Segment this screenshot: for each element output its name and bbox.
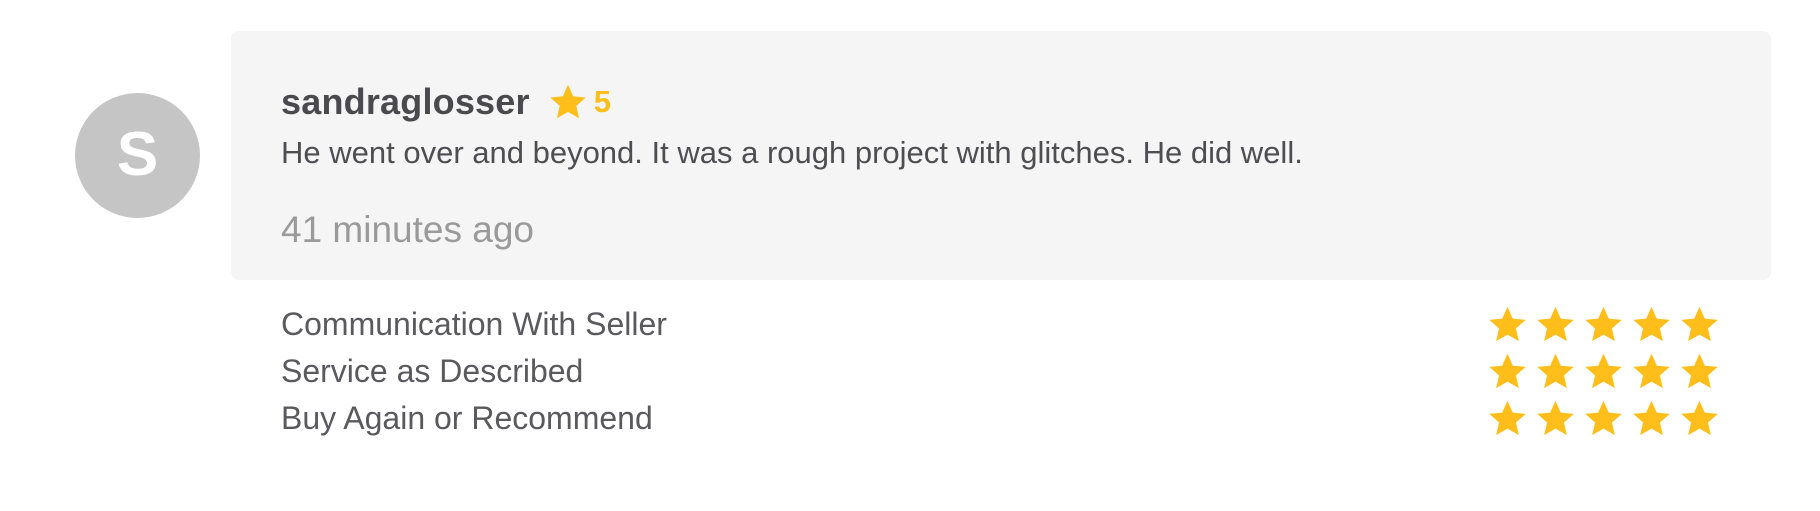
breakdown-label: Communication With Seller: [281, 306, 667, 342]
star-icon: [548, 82, 588, 122]
star-icon: [1537, 306, 1574, 342]
star-icon: [1537, 400, 1574, 436]
star-icon: [1633, 400, 1670, 436]
rating-value: 5: [593, 84, 611, 119]
review-card: sandraglosser 5 He went over and beyond.…: [231, 31, 1771, 280]
star-icon: [1489, 353, 1526, 389]
reviewer-username[interactable]: sandraglosser: [281, 81, 530, 123]
star-rating: [1487, 351, 1720, 392]
breakdown-row: Communication With Seller: [281, 301, 1721, 348]
avatar-initial: S: [116, 119, 159, 189]
star-rating: [1487, 398, 1720, 439]
breakdown-label: Buy Again or Recommend: [281, 400, 653, 436]
avatar[interactable]: S: [75, 93, 200, 218]
star-rating: [1487, 304, 1720, 345]
star-icon: [1585, 400, 1622, 436]
star-icon: [1681, 306, 1718, 342]
star-icon: [1681, 353, 1718, 389]
star-icon: [1489, 400, 1526, 436]
breakdown-label: Service as Described: [281, 353, 584, 389]
star-icon: [1585, 353, 1622, 389]
review-timestamp: 41 minutes ago: [281, 209, 535, 250]
star-icon: [1633, 353, 1670, 389]
star-icon: [1489, 306, 1526, 342]
star-icon: [1633, 306, 1670, 342]
rating-breakdown: Communication With Seller Service as Des…: [281, 301, 1721, 442]
breakdown-row: Buy Again or Recommend: [281, 395, 1721, 442]
review-header: sandraglosser 5: [281, 78, 611, 126]
star-icon: [1537, 353, 1574, 389]
star-icon: [1585, 306, 1622, 342]
breakdown-row: Service as Described: [281, 348, 1721, 395]
star-icon: [1681, 400, 1718, 436]
review-text: He went over and beyond. It was a rough …: [281, 135, 1303, 170]
